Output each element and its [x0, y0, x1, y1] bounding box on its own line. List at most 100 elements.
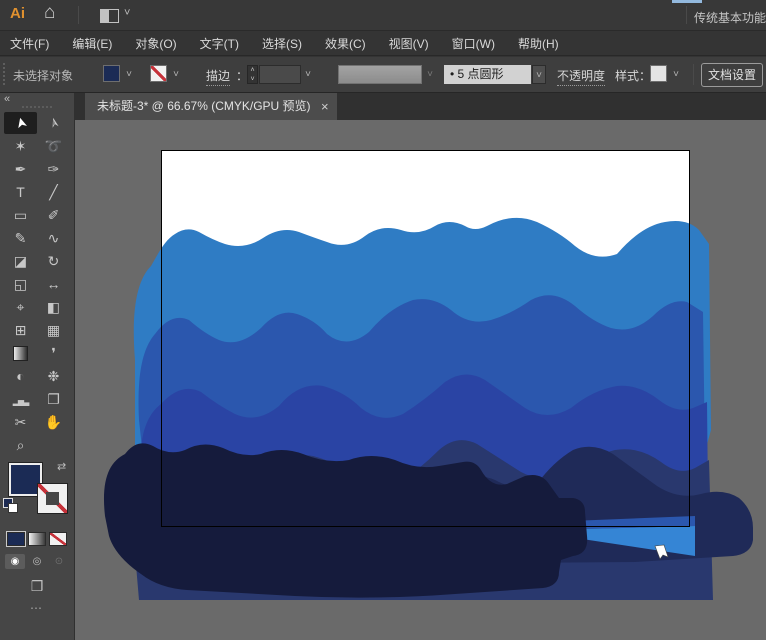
shaper-tool[interactable]: ∿ — [37, 227, 70, 249]
pencil-tool[interactable]: ✎ — [4, 227, 37, 249]
pencil-tool-icon: ✎ — [14, 230, 27, 246]
style-label: 样式： — [615, 69, 652, 83]
menu-item-3[interactable]: 文字(T) — [200, 35, 239, 52]
stroke-weight-chevron-icon[interactable]: ˅ — [301, 65, 315, 84]
arrange-documents-icon[interactable] — [100, 9, 119, 23]
menu-item-2[interactable]: 对象(O) — [135, 35, 176, 52]
eyedropper-tool-icon: ❜ — [51, 345, 56, 361]
default-fill-stroke-icon[interactable] — [3, 498, 18, 513]
blend-tool[interactable]: ◐ — [4, 365, 37, 387]
none-button[interactable] — [49, 532, 67, 546]
magic-wand-tool[interactable]: ✶ — [4, 135, 37, 157]
symbol-sprayer-tool[interactable]: ❉ — [37, 365, 70, 387]
paintbrush-tool[interactable]: ✐ — [37, 204, 70, 226]
menu-item-1[interactable]: 编辑(E) — [72, 35, 112, 52]
direct-selection-tool[interactable]: ➢ — [37, 112, 70, 134]
zoom-tool[interactable]: ⌕ — [4, 434, 37, 456]
stepper-up-icon[interactable]: ˄ — [250, 67, 254, 74]
style-swatch[interactable] — [650, 65, 667, 82]
slice-tool-icon: ✂ — [14, 414, 27, 430]
eraser-tool[interactable]: ◪ — [4, 250, 37, 272]
style-chevron-icon[interactable]: ˅ — [669, 65, 683, 84]
selection-tool[interactable]: ➤ — [4, 112, 37, 134]
color-mode-row — [0, 531, 74, 547]
hand-tool-icon: ✋ — [44, 414, 63, 430]
draw-normal-button[interactable]: ◉ — [5, 554, 25, 569]
collapse-panel-icon[interactable]: « — [4, 93, 10, 105]
stroke-swatch-none[interactable] — [37, 483, 68, 514]
mesh-tool-icon: ▦ — [46, 322, 61, 338]
workspace-switcher[interactable]: 传统基本功能 — [694, 9, 766, 26]
menu-item-8[interactable]: 帮助(H) — [518, 35, 559, 52]
document-setup-button[interactable]: 文档设置 — [701, 63, 763, 87]
home-icon[interactable]: ⌂ — [44, 2, 55, 24]
artboard-tool[interactable]: ❐ — [37, 388, 70, 410]
document-tab-title: 未标题-3* @ 66.67% (CMYK/GPU 预览) — [97, 99, 311, 113]
menu-item-4[interactable]: 选择(S) — [262, 35, 302, 52]
menu-item-0[interactable]: 文件(F) — [10, 35, 49, 52]
menu-item-7[interactable]: 窗口(W) — [452, 35, 495, 52]
slice-tool[interactable]: ✂ — [4, 411, 37, 433]
rotate-tool[interactable]: ↻ — [37, 250, 70, 272]
direct-selection-tool-icon: ➢ — [44, 115, 63, 131]
stepper-down-icon[interactable]: ˅ — [250, 76, 254, 83]
title-bar: Ai ⌂ ˅ 传统基本功能 — [0, 0, 766, 31]
scale-tool[interactable]: ◱ — [4, 273, 37, 295]
draw-behind-button[interactable]: ◎ — [27, 554, 47, 569]
document-tab[interactable]: 未标题-3* @ 66.67% (CMYK/GPU 预览) × — [85, 93, 337, 120]
stroke-color-chevron-icon[interactable]: ˅ — [169, 65, 183, 84]
menu-item-5[interactable]: 效果(C) — [325, 35, 366, 52]
line-segment-tool-icon: ╱ — [49, 184, 58, 200]
hand-tool[interactable]: ✋ — [37, 411, 70, 433]
perspective-grid-tool[interactable]: ⊞ — [4, 319, 37, 341]
gradient-tool[interactable] — [4, 342, 37, 364]
stroke-weight-field[interactable] — [259, 65, 301, 84]
width-tool-icon: ↔ — [46, 276, 61, 292]
menu-item-6[interactable]: 视图(V) — [389, 35, 429, 52]
panel-drag-handle[interactable] — [22, 106, 52, 108]
curvature-tool[interactable]: ✑ — [37, 158, 70, 180]
fill-color-chevron-icon[interactable]: ˅ — [122, 65, 136, 84]
edit-toolbar-ellipsis[interactable]: ⋯ — [0, 601, 74, 615]
fill-color-swatch[interactable] — [103, 65, 120, 82]
brush-definition-chevron-icon[interactable]: ˅ — [532, 65, 546, 84]
mesh-tool[interactable]: ▦ — [37, 319, 70, 341]
brush-definition-field[interactable]: • 5 点圆形 — [444, 65, 531, 84]
puppet-warp-tool[interactable]: ⌖ — [4, 296, 37, 318]
lasso-tool[interactable]: ➰ — [37, 135, 70, 157]
rotate-tool-icon: ↻ — [47, 253, 60, 269]
rectangle-tool-icon: ▭ — [13, 207, 28, 223]
arrange-documents-chevron-icon[interactable]: ˅ — [124, 7, 130, 19]
line-segment-tool[interactable]: ╱ — [37, 181, 70, 203]
symbol-sprayer-tool-icon: ❉ — [47, 368, 60, 384]
stroke-weight-label[interactable]: 描边 — [206, 67, 231, 86]
magic-wand-tool-icon: ✶ — [14, 138, 27, 154]
canvas-pasteboard[interactable] — [75, 120, 766, 640]
pen-tool[interactable]: ✒ — [4, 158, 37, 180]
column-graph-tool[interactable]: ▂▅▃ — [4, 388, 37, 410]
illustrator-window: Ai ⌂ ˅ 传统基本功能 文件(F) 编辑(E) 对象(O) 文字(T) 选择(S) 效… — [0, 0, 766, 640]
swap-fill-stroke-icon[interactable]: ⇄ — [57, 460, 66, 473]
color-button[interactable] — [6, 531, 26, 547]
column-graph-tool-icon: ▂▅▃ — [12, 397, 30, 406]
control-bar-grip[interactable] — [3, 63, 8, 85]
width-profile-chevron-icon: ˅ — [427, 69, 433, 80]
control-bar: 未选择对象 ˅ ˅ 描边 ： ˄ ˅ ˅ ˅ • 5 点圆形 ˅ 不透明度 样式：… — [0, 57, 766, 93]
gradient-button[interactable] — [28, 532, 46, 546]
eyedropper-tool[interactable]: ❜ — [37, 342, 70, 364]
puppet-warp-tool-icon: ⌖ — [16, 299, 25, 315]
screen-mode-button[interactable]: ❒ — [0, 578, 74, 595]
window-edge-highlight — [672, 0, 702, 3]
pen-tool-icon: ✒ — [14, 161, 27, 177]
selection-tool-icon: ➤ — [11, 115, 30, 131]
rectangle-tool[interactable]: ▭ — [4, 204, 37, 226]
shape-builder-tool[interactable]: ◧ — [37, 296, 70, 318]
tab-close-icon[interactable]: × — [321, 93, 329, 120]
width-tool[interactable]: ↔ — [37, 273, 70, 295]
opacity-link[interactable]: 不透明度 — [557, 67, 606, 86]
curvature-tool-icon: ✑ — [47, 161, 60, 177]
type-tool[interactable]: T — [4, 181, 37, 203]
stroke-color-swatch[interactable] — [150, 65, 167, 82]
fill-stroke-cluster: ⇄ — [0, 460, 74, 526]
stroke-weight-stepper[interactable]: ˄ ˅ — [247, 65, 258, 84]
